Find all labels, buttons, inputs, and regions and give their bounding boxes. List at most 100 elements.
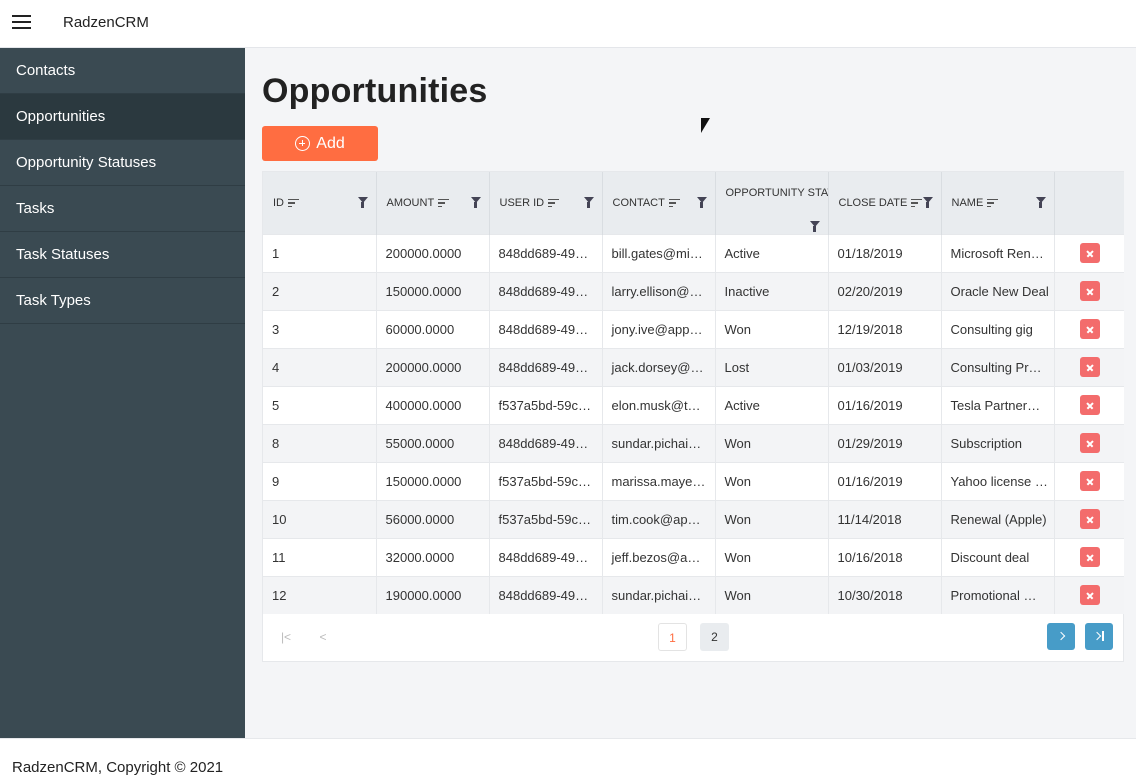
cell-status: Won xyxy=(715,575,829,614)
cell-name: Oracle New Deal xyxy=(941,271,1055,310)
cell-amount: 150000.0000 xyxy=(376,461,490,500)
filter-icon[interactable] xyxy=(470,197,481,208)
sidebar-item-task-types[interactable]: Task Types xyxy=(0,278,245,324)
cell-close-date: 12/19/2018 xyxy=(828,309,942,348)
cell-status: Active xyxy=(715,385,829,424)
cell-user-id: 848dd689-49… xyxy=(489,423,603,462)
column-header-user-id[interactable]: USER ID xyxy=(489,172,603,234)
table-row[interactable]: 8 55000.0000 848dd689-49… sundar.pichai… Won… xyxy=(263,423,1124,462)
delete-row-button[interactable] xyxy=(1079,357,1100,377)
filter-icon[interactable] xyxy=(583,197,594,208)
table-row[interactable]: 9 150000.0000 f537a5bd-59c… marissa.maye… Wo… xyxy=(263,461,1124,500)
cell-name: Subscription xyxy=(941,423,1055,462)
sort-icon[interactable] xyxy=(288,198,299,208)
column-header-name[interactable]: NAME xyxy=(941,172,1055,234)
filter-icon[interactable] xyxy=(809,221,820,232)
prev-page-icon[interactable]: < xyxy=(310,624,336,650)
cell-user-id: 848dd689-49… xyxy=(489,271,603,310)
page-button-1[interactable]: 1 xyxy=(658,623,687,651)
cell-id: 9 xyxy=(263,461,377,500)
cell-amount: 56000.0000 xyxy=(376,499,490,538)
cell-name: Consulting gig xyxy=(941,309,1055,348)
cell-id: 10 xyxy=(263,499,377,538)
cell-contact: jeff.bezos@a… xyxy=(602,537,716,576)
cell-user-id: 848dd689-49… xyxy=(489,575,603,614)
sidebar-item-task-statuses[interactable]: Task Statuses xyxy=(0,232,245,278)
page-button-2[interactable]: 2 xyxy=(700,623,729,651)
delete-row-button[interactable] xyxy=(1079,509,1100,529)
cell-id: 3 xyxy=(263,309,377,348)
grid-header-row: ID AMOUNT USER ID CONTACT OPPORTUNITY ST… xyxy=(263,172,1124,234)
cell-name: Consulting Pr… xyxy=(941,347,1055,386)
next-page-icon[interactable] xyxy=(1047,623,1075,650)
table-row[interactable]: 10 56000.0000 f537a5bd-59c… tim.cook@ap… Won… xyxy=(263,499,1124,538)
opportunities-grid: ID AMOUNT USER ID CONTACT OPPORTUNITY ST… xyxy=(262,171,1124,662)
sidebar-item-opportunities[interactable]: Opportunities xyxy=(0,94,245,140)
filter-icon[interactable] xyxy=(696,197,707,208)
table-row[interactable]: 11 32000.0000 848dd689-49… jeff.bezos@a… Won… xyxy=(263,537,1124,576)
delete-row-button[interactable] xyxy=(1079,433,1100,453)
cell-close-date: 01/16/2019 xyxy=(828,385,942,424)
column-header-opportunity-status[interactable]: OPPORTUNITY STATUS xyxy=(715,172,829,234)
column-header-contact[interactable]: CONTACT xyxy=(602,172,716,234)
cell-amount: 400000.0000 xyxy=(376,385,490,424)
cell-close-date: 10/30/2018 xyxy=(828,575,942,614)
delete-row-button[interactable] xyxy=(1079,243,1100,263)
cell-status: Won xyxy=(715,461,829,500)
cell-status: Inactive xyxy=(715,271,829,310)
delete-row-button[interactable] xyxy=(1079,319,1100,339)
cell-close-date: 01/16/2019 xyxy=(828,461,942,500)
sort-icon[interactable] xyxy=(911,198,923,208)
table-row[interactable]: 12 190000.0000 848dd689-49… sundar.pichai… W… xyxy=(263,575,1124,614)
cell-user-id: 848dd689-49… xyxy=(489,233,603,272)
column-header-id[interactable]: ID xyxy=(263,172,377,234)
column-header-amount[interactable]: AMOUNT xyxy=(376,172,490,234)
cell-amount: 32000.0000 xyxy=(376,537,490,576)
cell-contact: marissa.maye… xyxy=(602,461,716,500)
sort-icon[interactable] xyxy=(668,198,680,208)
cell-amount: 190000.0000 xyxy=(376,575,490,614)
app-brand[interactable]: RadzenCRM xyxy=(63,14,149,31)
table-row[interactable]: 2 150000.0000 848dd689-49… larry.ellison@… I… xyxy=(263,271,1124,310)
delete-row-button[interactable] xyxy=(1079,395,1100,415)
sidebar-item-contacts[interactable]: Contacts xyxy=(0,48,245,94)
filter-icon[interactable] xyxy=(1035,197,1046,208)
footer: RadzenCRM, Copyright © 2021 xyxy=(0,738,1136,780)
mouse-cursor-icon xyxy=(701,118,710,133)
cell-user-id: 848dd689-49… xyxy=(489,309,603,348)
cell-status: Won xyxy=(715,537,829,576)
sort-icon[interactable] xyxy=(438,198,450,208)
add-button[interactable]: Add xyxy=(262,126,378,161)
delete-row-button[interactable] xyxy=(1079,585,1100,606)
cell-contact: jack.dorsey@… xyxy=(602,347,716,386)
cell-status: Active xyxy=(715,233,829,272)
cell-id: 2 xyxy=(263,271,377,310)
sidebar-item-tasks[interactable]: Tasks xyxy=(0,186,245,232)
cell-id: 8 xyxy=(263,423,377,462)
cell-name: Discount deal xyxy=(941,537,1055,576)
cell-name: Promotional … xyxy=(941,575,1055,614)
cell-id: 12 xyxy=(263,575,377,614)
column-header-close-date[interactable]: CLOSE DATE xyxy=(828,172,942,234)
delete-row-button[interactable] xyxy=(1079,547,1100,567)
table-row[interactable]: 1 200000.0000 848dd689-49… bill.gates@mi… Ac… xyxy=(263,233,1124,272)
filter-icon[interactable] xyxy=(922,197,933,208)
cell-status: Lost xyxy=(715,347,829,386)
sort-icon[interactable] xyxy=(987,198,999,208)
cell-amount: 200000.0000 xyxy=(376,347,490,386)
sort-icon[interactable] xyxy=(548,198,560,208)
delete-row-button[interactable] xyxy=(1079,471,1100,491)
delete-row-button[interactable] xyxy=(1079,281,1100,301)
main-content: Opportunities Add ID AMOUNT USER ID CONT… xyxy=(245,48,1136,738)
first-page-icon[interactable]: |< xyxy=(273,624,299,650)
cell-contact: sundar.pichai… xyxy=(602,423,716,462)
cell-id: 1 xyxy=(263,233,377,272)
table-row[interactable]: 4 200000.0000 848dd689-49… jack.dorsey@… Los… xyxy=(263,347,1124,386)
table-row[interactable]: 5 400000.0000 f537a5bd-59c… elon.musk@t… Act… xyxy=(263,385,1124,424)
sidebar-item-opportunity-statuses[interactable]: Opportunity Statuses xyxy=(0,140,245,186)
filter-icon[interactable] xyxy=(357,197,368,208)
page-title: Opportunities xyxy=(262,72,488,110)
menu-icon[interactable] xyxy=(12,15,31,29)
last-page-icon[interactable] xyxy=(1085,623,1113,650)
table-row[interactable]: 3 60000.0000 848dd689-49… jony.ive@app… Won 1… xyxy=(263,309,1124,348)
